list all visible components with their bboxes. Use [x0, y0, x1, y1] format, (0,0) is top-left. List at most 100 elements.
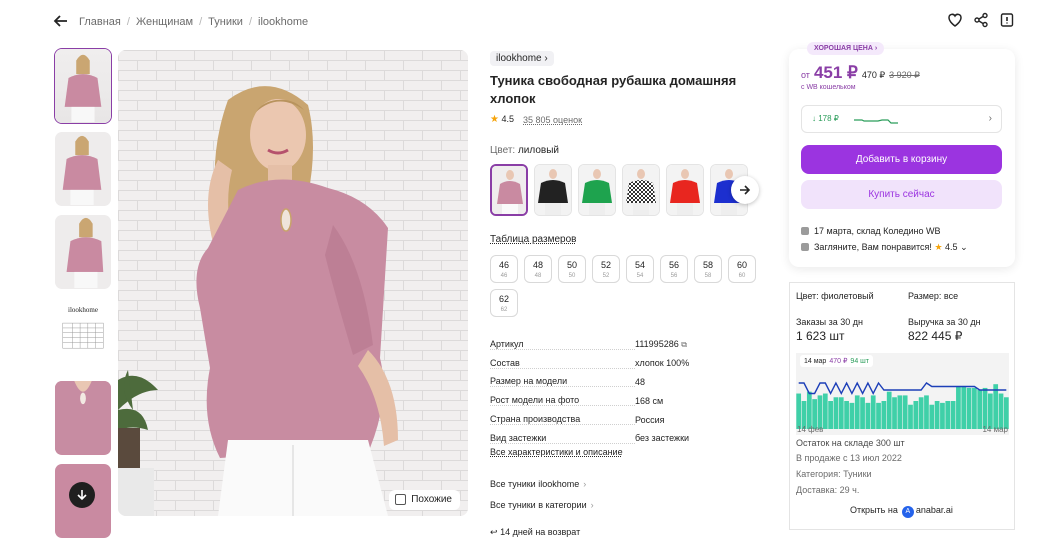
brand-name: ilookhome — [496, 53, 542, 64]
similar-icon — [395, 494, 407, 505]
thumbnail[interactable] — [54, 131, 112, 207]
brand-chip[interactable]: ilookhome › — [490, 51, 554, 66]
heart-icon[interactable] — [947, 12, 963, 30]
color-value: лиловый — [517, 145, 559, 156]
swatch-green[interactable] — [578, 164, 616, 216]
since-info: В продаже с 13 июл 2022 — [796, 453, 902, 463]
thumbnail[interactable] — [54, 463, 112, 539]
add-to-cart-button[interactable]: Добавить в корзину — [801, 145, 1002, 174]
size-option[interactable]: 48 48 — [524, 255, 552, 283]
chart-date-end: 14 мар — [982, 425, 1008, 434]
spec-value: 168 см — [635, 395, 664, 406]
stats-card: Цвет: фиолетовый Размер: все Заказы за 3… — [789, 282, 1015, 530]
wallet-note: с WB кошельком — [801, 84, 856, 91]
revenue-label: Выручка за 30 дн — [908, 317, 981, 327]
chart-bar — [838, 397, 844, 429]
breadcrumb-item[interactable]: Главная — [79, 16, 121, 28]
copy-icon[interactable]: ⧉ — [681, 340, 687, 349]
color-caption: Цвет: — [490, 145, 516, 156]
size-table-link[interactable]: Таблица размеров — [490, 234, 576, 245]
top-bar: Главная / Женщинам / Туники / ilookhome — [0, 0, 1051, 44]
chart-bar — [950, 401, 956, 429]
swatch-lilac[interactable] — [490, 164, 528, 216]
breadcrumb-item[interactable]: Туники — [208, 16, 243, 28]
chart-bar — [918, 397, 924, 429]
buy-now-button[interactable]: Купить сейчас — [801, 180, 1002, 209]
swatch-red[interactable] — [666, 164, 704, 216]
return-info: ↩ 14 дней на возврат — [490, 527, 580, 538]
chart-bar — [934, 401, 940, 429]
similar-button[interactable]: Похожие — [389, 490, 460, 510]
chart-bar — [913, 401, 919, 429]
share-icon[interactable] — [973, 12, 989, 30]
open-on-service-link[interactable]: Открыть на Aanabar.ai — [850, 505, 953, 518]
reviews-link[interactable]: 35 805 оценок — [523, 115, 582, 125]
chart-bar — [844, 401, 849, 429]
stats-size: Размер: все — [908, 291, 959, 301]
size-option[interactable]: 58 58 — [694, 255, 722, 283]
thumbnail[interactable] — [54, 380, 112, 456]
breadcrumb-item[interactable]: ilookhome — [258, 16, 308, 28]
chevron-down-icon: ⌄ — [960, 242, 968, 252]
old-price: 3 920 ₽ — [889, 70, 920, 80]
size-option[interactable]: 56 56 — [660, 255, 688, 283]
delivery-info: 17 марта, склад Коледино WB Загляните, В… — [801, 223, 968, 255]
tooltip-price: 470 ₽ — [829, 358, 848, 365]
size-option[interactable]: 54 54 — [626, 255, 654, 283]
size-alt: 60 — [738, 273, 746, 279]
spec-row: Размер на модели 48 — [490, 373, 705, 392]
size-alt: 46 — [500, 273, 508, 279]
price-card: ХОРОШАЯ ЦЕНА › от 451 ₽ 470 ₽ 3 920 ₽ с … — [789, 42, 1015, 267]
breadcrumb-separator: / — [248, 16, 253, 28]
size-option[interactable]: 60 60 — [728, 255, 756, 283]
all-specs-link[interactable]: Все характеристики и описание — [490, 447, 623, 457]
size-ru: 58 — [702, 260, 713, 270]
size-alt: 56 — [670, 273, 678, 279]
size-option[interactable]: 46 46 — [490, 255, 518, 283]
spec-value: хлопок 100% — [635, 358, 690, 369]
chart-bar — [993, 384, 999, 429]
sales-chart[interactable]: 14 мар 470 ₽94 шт 14 фев 14 мар — [796, 353, 1009, 435]
chart-bar — [956, 386, 961, 429]
brand-category-link[interactable]: Все туники ilookhome › — [490, 479, 594, 500]
thumbnail[interactable] — [54, 214, 112, 290]
report-icon[interactable] — [999, 12, 1015, 30]
breadcrumb-item[interactable]: Женщинам — [136, 16, 193, 28]
orders-label: Заказы за 30 дн — [796, 317, 863, 327]
thumbnail[interactable]: ilookhome — [54, 297, 112, 373]
swatch-black[interactable] — [534, 164, 572, 216]
size-option[interactable]: 52 52 — [592, 255, 620, 283]
spec-key: Состав — [490, 357, 522, 368]
thumbnail-list: ilookhome — [54, 48, 114, 546]
next-arrow-icon[interactable] — [731, 176, 759, 204]
chart-bar — [876, 402, 881, 429]
badge-label: ХОРОШАЯ ЦЕНА — [814, 45, 873, 52]
back-arrow-icon[interactable] — [53, 13, 71, 31]
tooltip-qty: 94 шт — [850, 358, 869, 365]
price-prefix: от — [801, 70, 810, 80]
thumbnail[interactable] — [54, 48, 112, 124]
main-product-image[interactable]: Похожие — [118, 50, 468, 516]
recommend-row[interactable]: Загляните, Вам понравится! ★ 4.5 ⌄ — [801, 239, 968, 255]
top-actions — [947, 12, 1015, 30]
size-option[interactable]: 62 62 — [490, 289, 518, 317]
tooltip-date: 14 мар — [804, 358, 827, 365]
chart-bar — [998, 393, 1004, 429]
stats-color: Цвет: фиолетовый — [796, 291, 874, 301]
chart-bar — [817, 395, 823, 429]
swatch-plaid[interactable] — [622, 164, 660, 216]
size-option[interactable]: 50 50 — [558, 255, 586, 283]
price-drop: ↓ 178 ₽ — [812, 114, 839, 123]
chart-bar — [849, 402, 855, 429]
spec-value: 111995286 — [635, 338, 679, 349]
spec-table: Артикул 111995286 ⧉ Состав хлопок 100% Раз… — [490, 335, 705, 448]
spec-row: Рост модели на фото 168 см — [490, 391, 705, 410]
breadcrumb-separator: / — [126, 16, 130, 28]
category-link[interactable]: Все туники в категории › — [490, 500, 594, 521]
good-price-badge[interactable]: ХОРОШАЯ ЦЕНА › — [807, 42, 885, 55]
size-alt: 62 — [500, 307, 508, 313]
color-label: Цвет: лиловый — [490, 145, 559, 156]
star-icon: ★ — [490, 114, 499, 125]
scroll-down-button[interactable] — [69, 482, 95, 508]
price-history[interactable]: ↓ 178 ₽ › — [801, 105, 1002, 133]
